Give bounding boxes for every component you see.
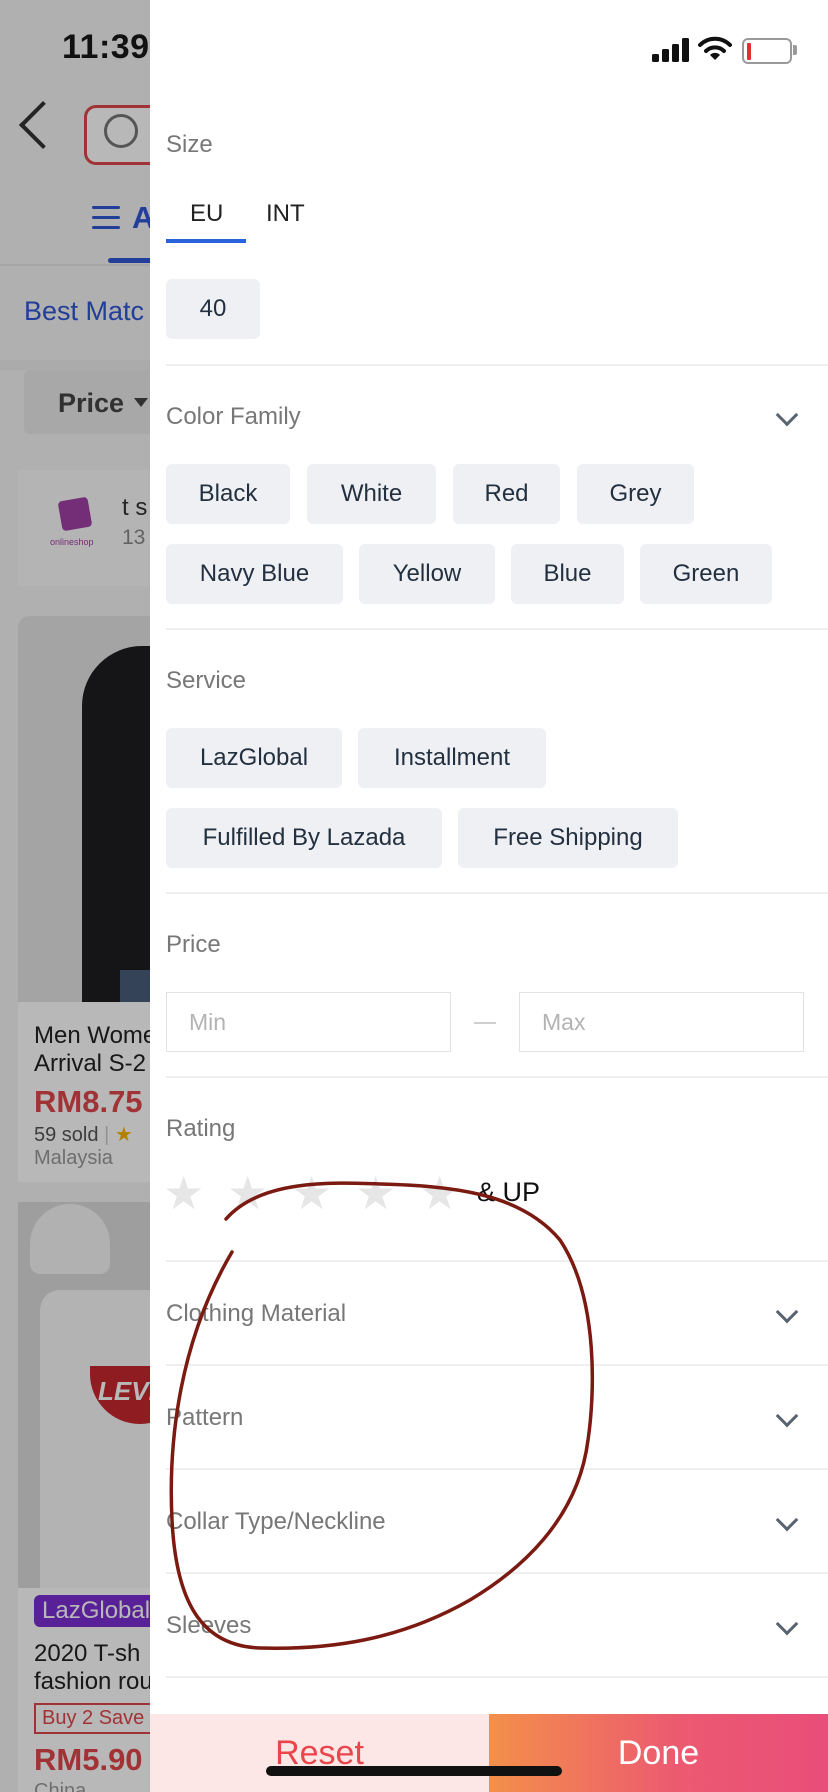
home-indicator[interactable] [266,1766,562,1776]
reset-button[interactable]: Reset [150,1714,489,1792]
annotation-circle-drawing [169,1181,595,1650]
done-button[interactable]: Done [489,1714,828,1792]
